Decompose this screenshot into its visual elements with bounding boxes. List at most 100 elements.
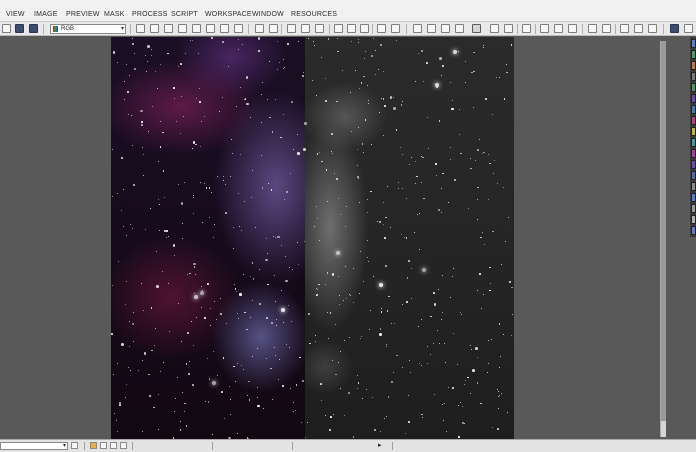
- star: [260, 154, 262, 156]
- side-tool-icon[interactable]: [691, 160, 696, 169]
- fit-view-icon[interactable]: [150, 24, 159, 33]
- menu-mask[interactable]: MASK: [104, 11, 125, 18]
- side-tool-icon[interactable]: [691, 149, 696, 158]
- side-tool-icon[interactable]: [691, 226, 696, 235]
- menu-view[interactable]: VIEW: [6, 11, 25, 18]
- status-box-icon[interactable]: [120, 442, 127, 449]
- zoom-fit-icon[interactable]: [164, 24, 173, 33]
- side-tool-icon[interactable]: [691, 83, 696, 92]
- pan-icon[interactable]: [136, 24, 145, 33]
- process-icon-7[interactable]: [522, 24, 531, 33]
- menu-workspace[interactable]: WORKSPACE: [205, 11, 252, 18]
- status-color-icon[interactable]: [90, 442, 97, 449]
- status-separator: [392, 442, 393, 450]
- vertical-scrollbar[interactable]: [660, 41, 666, 437]
- side-tool-icon[interactable]: [691, 127, 696, 136]
- process-icon-9[interactable]: [554, 24, 563, 33]
- star: [430, 315, 432, 318]
- save-file-icon[interactable]: [15, 24, 24, 33]
- process-icon-2[interactable]: [427, 24, 436, 33]
- zoom-1-2-icon[interactable]: [301, 24, 310, 33]
- move-icon[interactable]: [178, 24, 187, 33]
- side-tool-icon[interactable]: [691, 39, 696, 48]
- status-box-icon[interactable]: [110, 442, 117, 449]
- side-tool-icon[interactable]: [691, 182, 696, 191]
- menu-script[interactable]: SCRIPT: [171, 11, 198, 18]
- scrollbar-thumb[interactable]: [661, 41, 666, 421]
- new-preview-icon[interactable]: [206, 24, 215, 33]
- side-tool-icon[interactable]: [691, 72, 696, 81]
- menu-image[interactable]: IMAGE: [34, 11, 58, 18]
- play-icon[interactable]: ▸: [378, 441, 382, 450]
- side-tool-icon[interactable]: [691, 50, 696, 59]
- close-file-icon[interactable]: [29, 24, 38, 33]
- side-tool-icon[interactable]: [691, 61, 696, 70]
- history-icon[interactable]: [620, 24, 629, 33]
- readout-icon[interactable]: [192, 24, 201, 33]
- process-icon-6[interactable]: [504, 24, 513, 33]
- zoom-out-icon[interactable]: [269, 24, 278, 33]
- zoom-fit-window-icon[interactable]: [315, 24, 324, 33]
- menu-resources[interactable]: RESOURCES: [291, 11, 337, 18]
- star: [469, 157, 471, 159]
- zoom-in-icon[interactable]: [255, 24, 264, 33]
- process-icon-active[interactable]: [472, 24, 481, 33]
- star: [301, 421, 303, 423]
- properties-icon[interactable]: [634, 24, 643, 33]
- menu-window[interactable]: WINDOW: [252, 11, 284, 18]
- zoom-select[interactable]: ▾: [0, 442, 68, 450]
- edit-preview-icon[interactable]: [220, 24, 229, 33]
- process-icon-5[interactable]: [490, 24, 499, 33]
- menu-process[interactable]: PROCESS: [132, 11, 168, 18]
- star: [324, 77, 326, 79]
- window-fit-icon[interactable]: [360, 24, 369, 33]
- menu-preview[interactable]: PREVIEW: [66, 11, 100, 18]
- side-tool-icon[interactable]: [691, 204, 696, 213]
- process-icon-4[interactable]: [455, 24, 464, 33]
- side-tool-icon[interactable]: [691, 105, 696, 114]
- status-toggle-icon[interactable]: [71, 442, 78, 449]
- star: [246, 328, 248, 331]
- star: [195, 317, 197, 318]
- star: [483, 243, 485, 245]
- status-box-icon[interactable]: [100, 442, 107, 449]
- pointer-icon[interactable]: [234, 24, 243, 33]
- star: [215, 318, 217, 320]
- image-window[interactable]: [111, 37, 514, 439]
- window-restore-icon[interactable]: [377, 24, 386, 33]
- console-icon[interactable]: [602, 24, 611, 33]
- open-file-icon[interactable]: [2, 24, 11, 33]
- window-cascade-icon[interactable]: [347, 24, 356, 33]
- star: [164, 196, 166, 198]
- save-workspace-icon[interactable]: [684, 24, 693, 33]
- process-icon-8[interactable]: [540, 24, 549, 33]
- process-icon-10[interactable]: [568, 24, 577, 33]
- format-icon[interactable]: [648, 24, 657, 33]
- side-tool-icon[interactable]: [691, 138, 696, 147]
- side-tool-icon[interactable]: [691, 171, 696, 180]
- star: [290, 101, 293, 104]
- star: [149, 395, 151, 398]
- star: [280, 244, 282, 246]
- star: [295, 383, 298, 386]
- window-maximize-icon[interactable]: [391, 24, 400, 33]
- side-tool-icon[interactable]: [691, 116, 696, 125]
- star: [111, 333, 113, 335]
- side-tool-icon[interactable]: [691, 94, 696, 103]
- star: [142, 309, 144, 311]
- explorer-icon[interactable]: [588, 24, 597, 33]
- star: [125, 384, 127, 386]
- window-tile-icon[interactable]: [334, 24, 343, 33]
- screen-icon[interactable]: [670, 24, 679, 33]
- process-icon-3[interactable]: [441, 24, 450, 33]
- star: [384, 237, 386, 239]
- star: [438, 209, 440, 212]
- star: [479, 273, 481, 275]
- zoom-1-1-icon[interactable]: [287, 24, 296, 33]
- side-tool-icon[interactable]: [691, 215, 696, 224]
- channel-select[interactable]: RGB ▾: [50, 24, 126, 34]
- star: [379, 333, 382, 336]
- side-tool-icon[interactable]: [691, 193, 696, 202]
- process-icon-1[interactable]: [413, 24, 422, 33]
- toolbar-separator: [582, 24, 583, 34]
